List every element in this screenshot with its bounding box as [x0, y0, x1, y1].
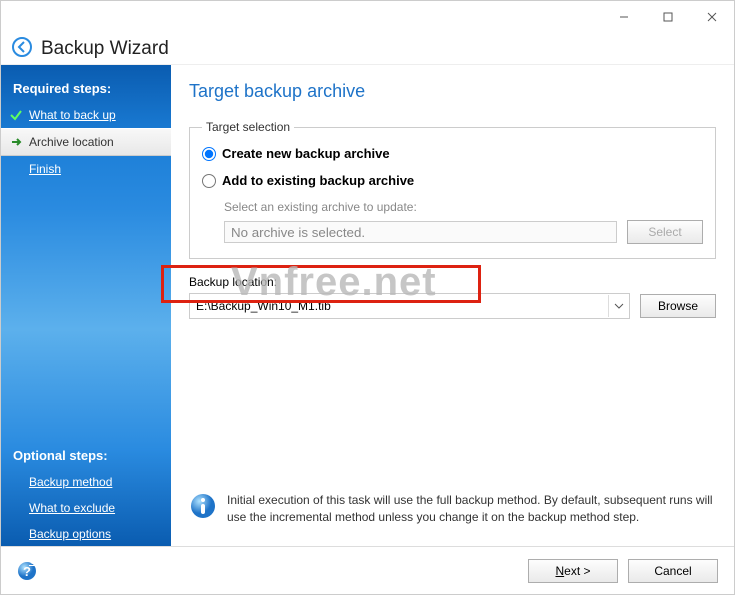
select-archive-button[interactable]: Select [627, 220, 703, 244]
optional-steps-title: Optional steps: [1, 442, 171, 469]
existing-archive-input [224, 221, 617, 243]
add-subtext: Select an existing archive to update: [224, 200, 703, 214]
radio-add-existing[interactable]: Add to existing backup archive [202, 173, 703, 188]
sidebar-item-label: What to exclude [29, 501, 115, 515]
maximize-button[interactable] [646, 1, 690, 33]
target-selection-legend: Target selection [202, 120, 294, 134]
browse-button[interactable]: Browse [640, 294, 716, 318]
info-text: Initial execution of this task will use … [227, 492, 716, 526]
sidebar-item-label: Finish [29, 162, 61, 176]
target-selection-fieldset: Target selection Create new backup archi… [189, 120, 716, 259]
back-icon[interactable] [11, 36, 33, 61]
sidebar-item-comments[interactable]: Comments [1, 547, 171, 573]
backup-location-label: Backup location: [189, 275, 716, 289]
sidebar-item-backup-options[interactable]: Backup options [1, 521, 171, 547]
radio-add-label: Add to existing backup archive [222, 173, 414, 188]
required-steps-title: Required steps: [1, 75, 171, 102]
sidebar-item-label: Archive location [29, 135, 114, 149]
sidebar-item-backup-method[interactable]: Backup method [1, 469, 171, 495]
radio-create-label: Create new backup archive [222, 146, 390, 161]
radio-create-new[interactable]: Create new backup archive [202, 146, 703, 161]
sidebar-item-what-to-exclude[interactable]: What to exclude [1, 495, 171, 521]
location-dropdown-button[interactable] [608, 295, 628, 317]
page-title: Target backup archive [189, 81, 716, 102]
sidebar: Required steps: What to back up Archive … [1, 65, 171, 546]
titlebar [1, 1, 734, 33]
sidebar-item-archive-location[interactable]: Archive location [1, 128, 171, 156]
close-button[interactable] [690, 1, 734, 33]
sidebar-item-what-to-backup[interactable]: What to back up [1, 102, 171, 128]
header-title: Backup Wizard [41, 38, 169, 60]
sidebar-item-label: Backup options [29, 527, 111, 541]
sidebar-item-label: Backup method [29, 475, 112, 489]
sidebar-item-label: Comments [29, 553, 87, 567]
sidebar-item-finish[interactable]: Finish [1, 156, 171, 182]
info-icon [189, 492, 217, 520]
info-row: Initial execution of this task will use … [189, 482, 716, 536]
next-button[interactable]: Next > [528, 559, 618, 583]
radio-create-input[interactable] [202, 147, 216, 161]
cancel-button[interactable]: Cancel [628, 559, 718, 583]
sidebar-item-label: What to back up [29, 108, 116, 122]
header: Backup Wizard [1, 33, 734, 65]
minimize-button[interactable] [602, 1, 646, 33]
backup-wizard-window: Backup Wizard Required steps: What to ba… [0, 0, 735, 595]
check-icon [9, 108, 23, 122]
main-panel: Target backup archive Target selection C… [171, 65, 734, 546]
arrow-right-icon [9, 135, 23, 149]
radio-add-input[interactable] [202, 174, 216, 188]
backup-location-input[interactable] [189, 293, 630, 319]
